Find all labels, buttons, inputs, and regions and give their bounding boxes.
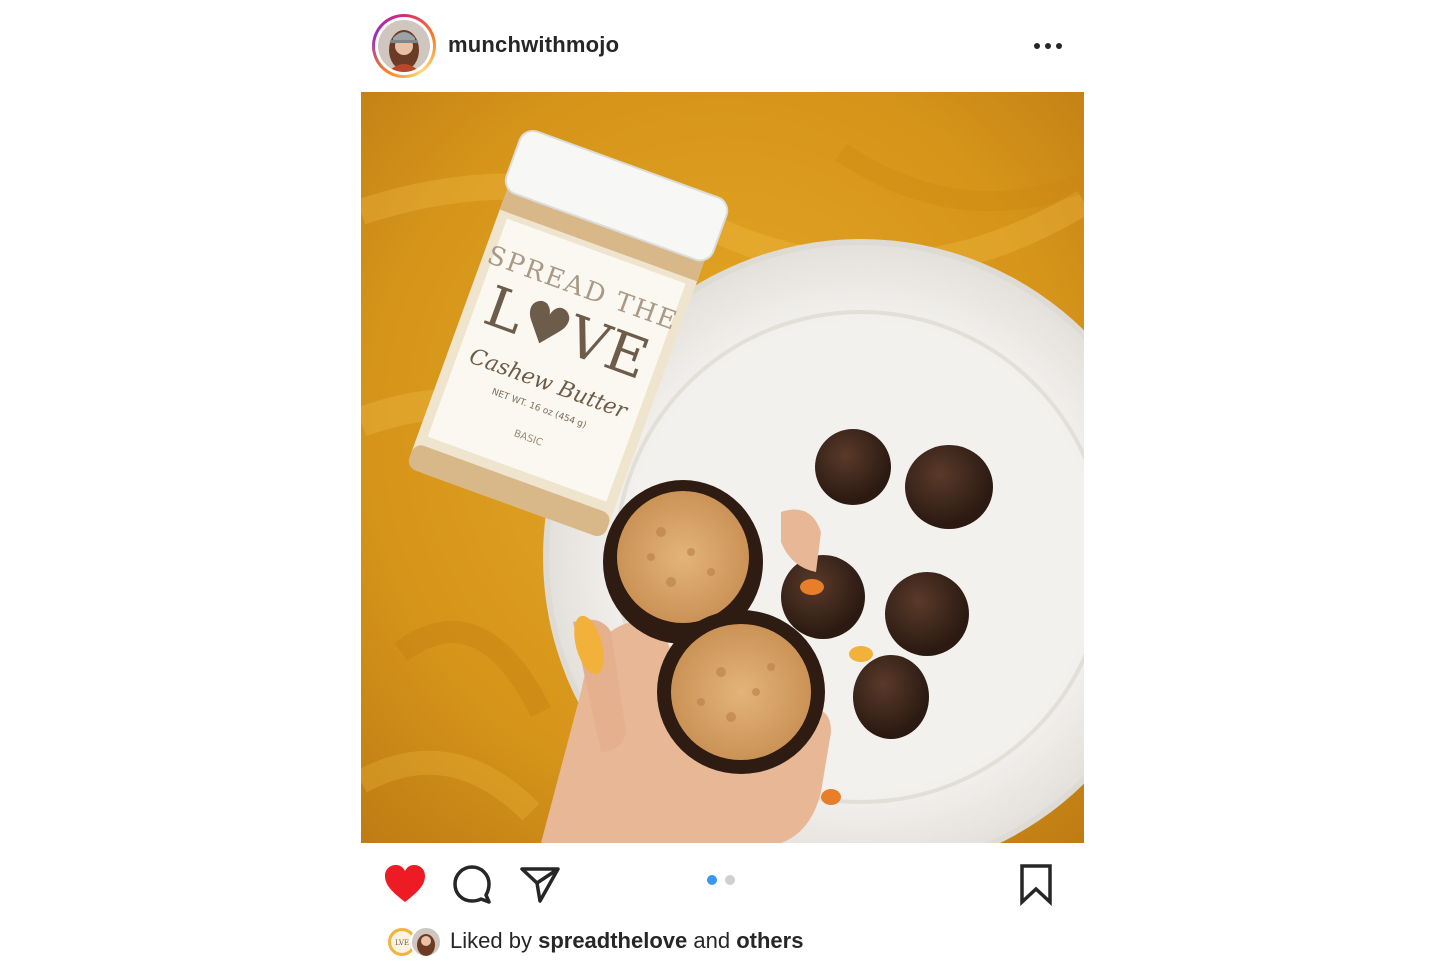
instagram-post: munchwithmojo SPREAD THE L♥VE Cashew But… <box>0 0 1445 964</box>
liker-avatars[interactable]: LVE <box>386 926 442 958</box>
liked-by-prefix: Liked by <box>450 928 532 953</box>
comment-icon <box>453 865 491 904</box>
post-image[interactable]: SPREAD THE L♥VE Cashew Butter NET WT. 16… <box>361 92 1084 843</box>
like-button[interactable] <box>382 862 428 906</box>
avatar[interactable] <box>372 14 436 78</box>
save-button[interactable] <box>1014 862 1058 907</box>
liked-by-others-link[interactable]: others <box>736 928 803 953</box>
svg-text:LVE: LVE <box>395 939 409 947</box>
bookmark-icon <box>1020 864 1052 907</box>
more-horizontal-icon <box>1034 43 1062 49</box>
share-button[interactable] <box>518 862 562 906</box>
carousel-indicator <box>707 875 735 885</box>
carousel-dot-active[interactable] <box>707 875 717 885</box>
liked-by-conjunction: and <box>693 928 731 953</box>
more-options-button[interactable] <box>1028 34 1068 58</box>
liked-by-user-link[interactable]: spreadthelove <box>538 928 687 953</box>
comment-button[interactable] <box>450 862 494 906</box>
carousel-dot[interactable] <box>725 875 735 885</box>
username[interactable]: munchwithmojo <box>448 32 619 58</box>
liked-by-text: Liked by spreadthelove and others <box>450 928 803 954</box>
avatar-image <box>378 20 430 72</box>
heart-filled-icon <box>385 865 425 902</box>
paper-plane-icon <box>520 867 560 903</box>
liker-avatar-user[interactable] <box>410 926 442 958</box>
